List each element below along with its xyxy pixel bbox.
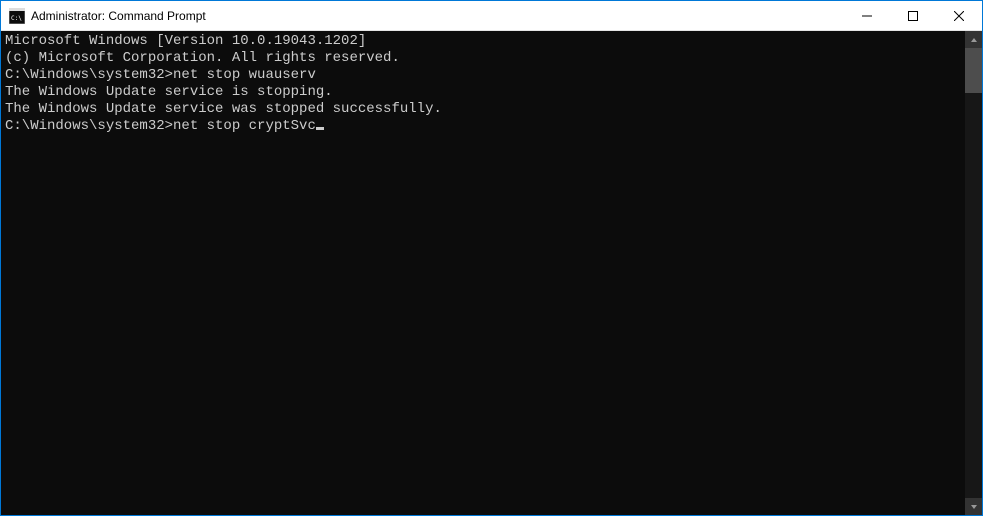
command-prompt-window: C:\ Administrator: Command Prompt Micros… — [1, 1, 982, 515]
output-line: The Windows Update service was stopped s… — [5, 101, 963, 118]
current-command-line: C:\Windows\system32>net stop cryptSvc — [5, 118, 324, 134]
output-line: (c) Microsoft Corporation. All rights re… — [5, 50, 963, 67]
scroll-up-button[interactable] — [965, 31, 982, 48]
output-line: Microsoft Windows [Version 10.0.19043.12… — [5, 33, 963, 50]
text-cursor — [316, 127, 324, 130]
terminal-output[interactable]: Microsoft Windows [Version 10.0.19043.12… — [1, 31, 965, 515]
svg-text:C:\: C:\ — [11, 15, 22, 22]
scroll-down-button[interactable] — [965, 498, 982, 515]
cmd-icon: C:\ — [9, 8, 25, 24]
vertical-scrollbar[interactable] — [965, 31, 982, 515]
window-controls — [844, 1, 982, 30]
command-line: C:\Windows\system32>net stop wuauserv — [5, 67, 963, 84]
scrollbar-track[interactable] — [965, 48, 982, 498]
scrollbar-thumb[interactable] — [965, 48, 982, 93]
window-title: Administrator: Command Prompt — [31, 9, 844, 23]
minimize-button[interactable] — [844, 1, 890, 30]
terminal-area: Microsoft Windows [Version 10.0.19043.12… — [1, 31, 982, 515]
command-text: C:\Windows\system32>net stop cryptSvc — [5, 118, 316, 134]
titlebar[interactable]: C:\ Administrator: Command Prompt — [1, 1, 982, 31]
close-button[interactable] — [936, 1, 982, 30]
output-line: The Windows Update service is stopping. — [5, 84, 963, 101]
maximize-button[interactable] — [890, 1, 936, 30]
